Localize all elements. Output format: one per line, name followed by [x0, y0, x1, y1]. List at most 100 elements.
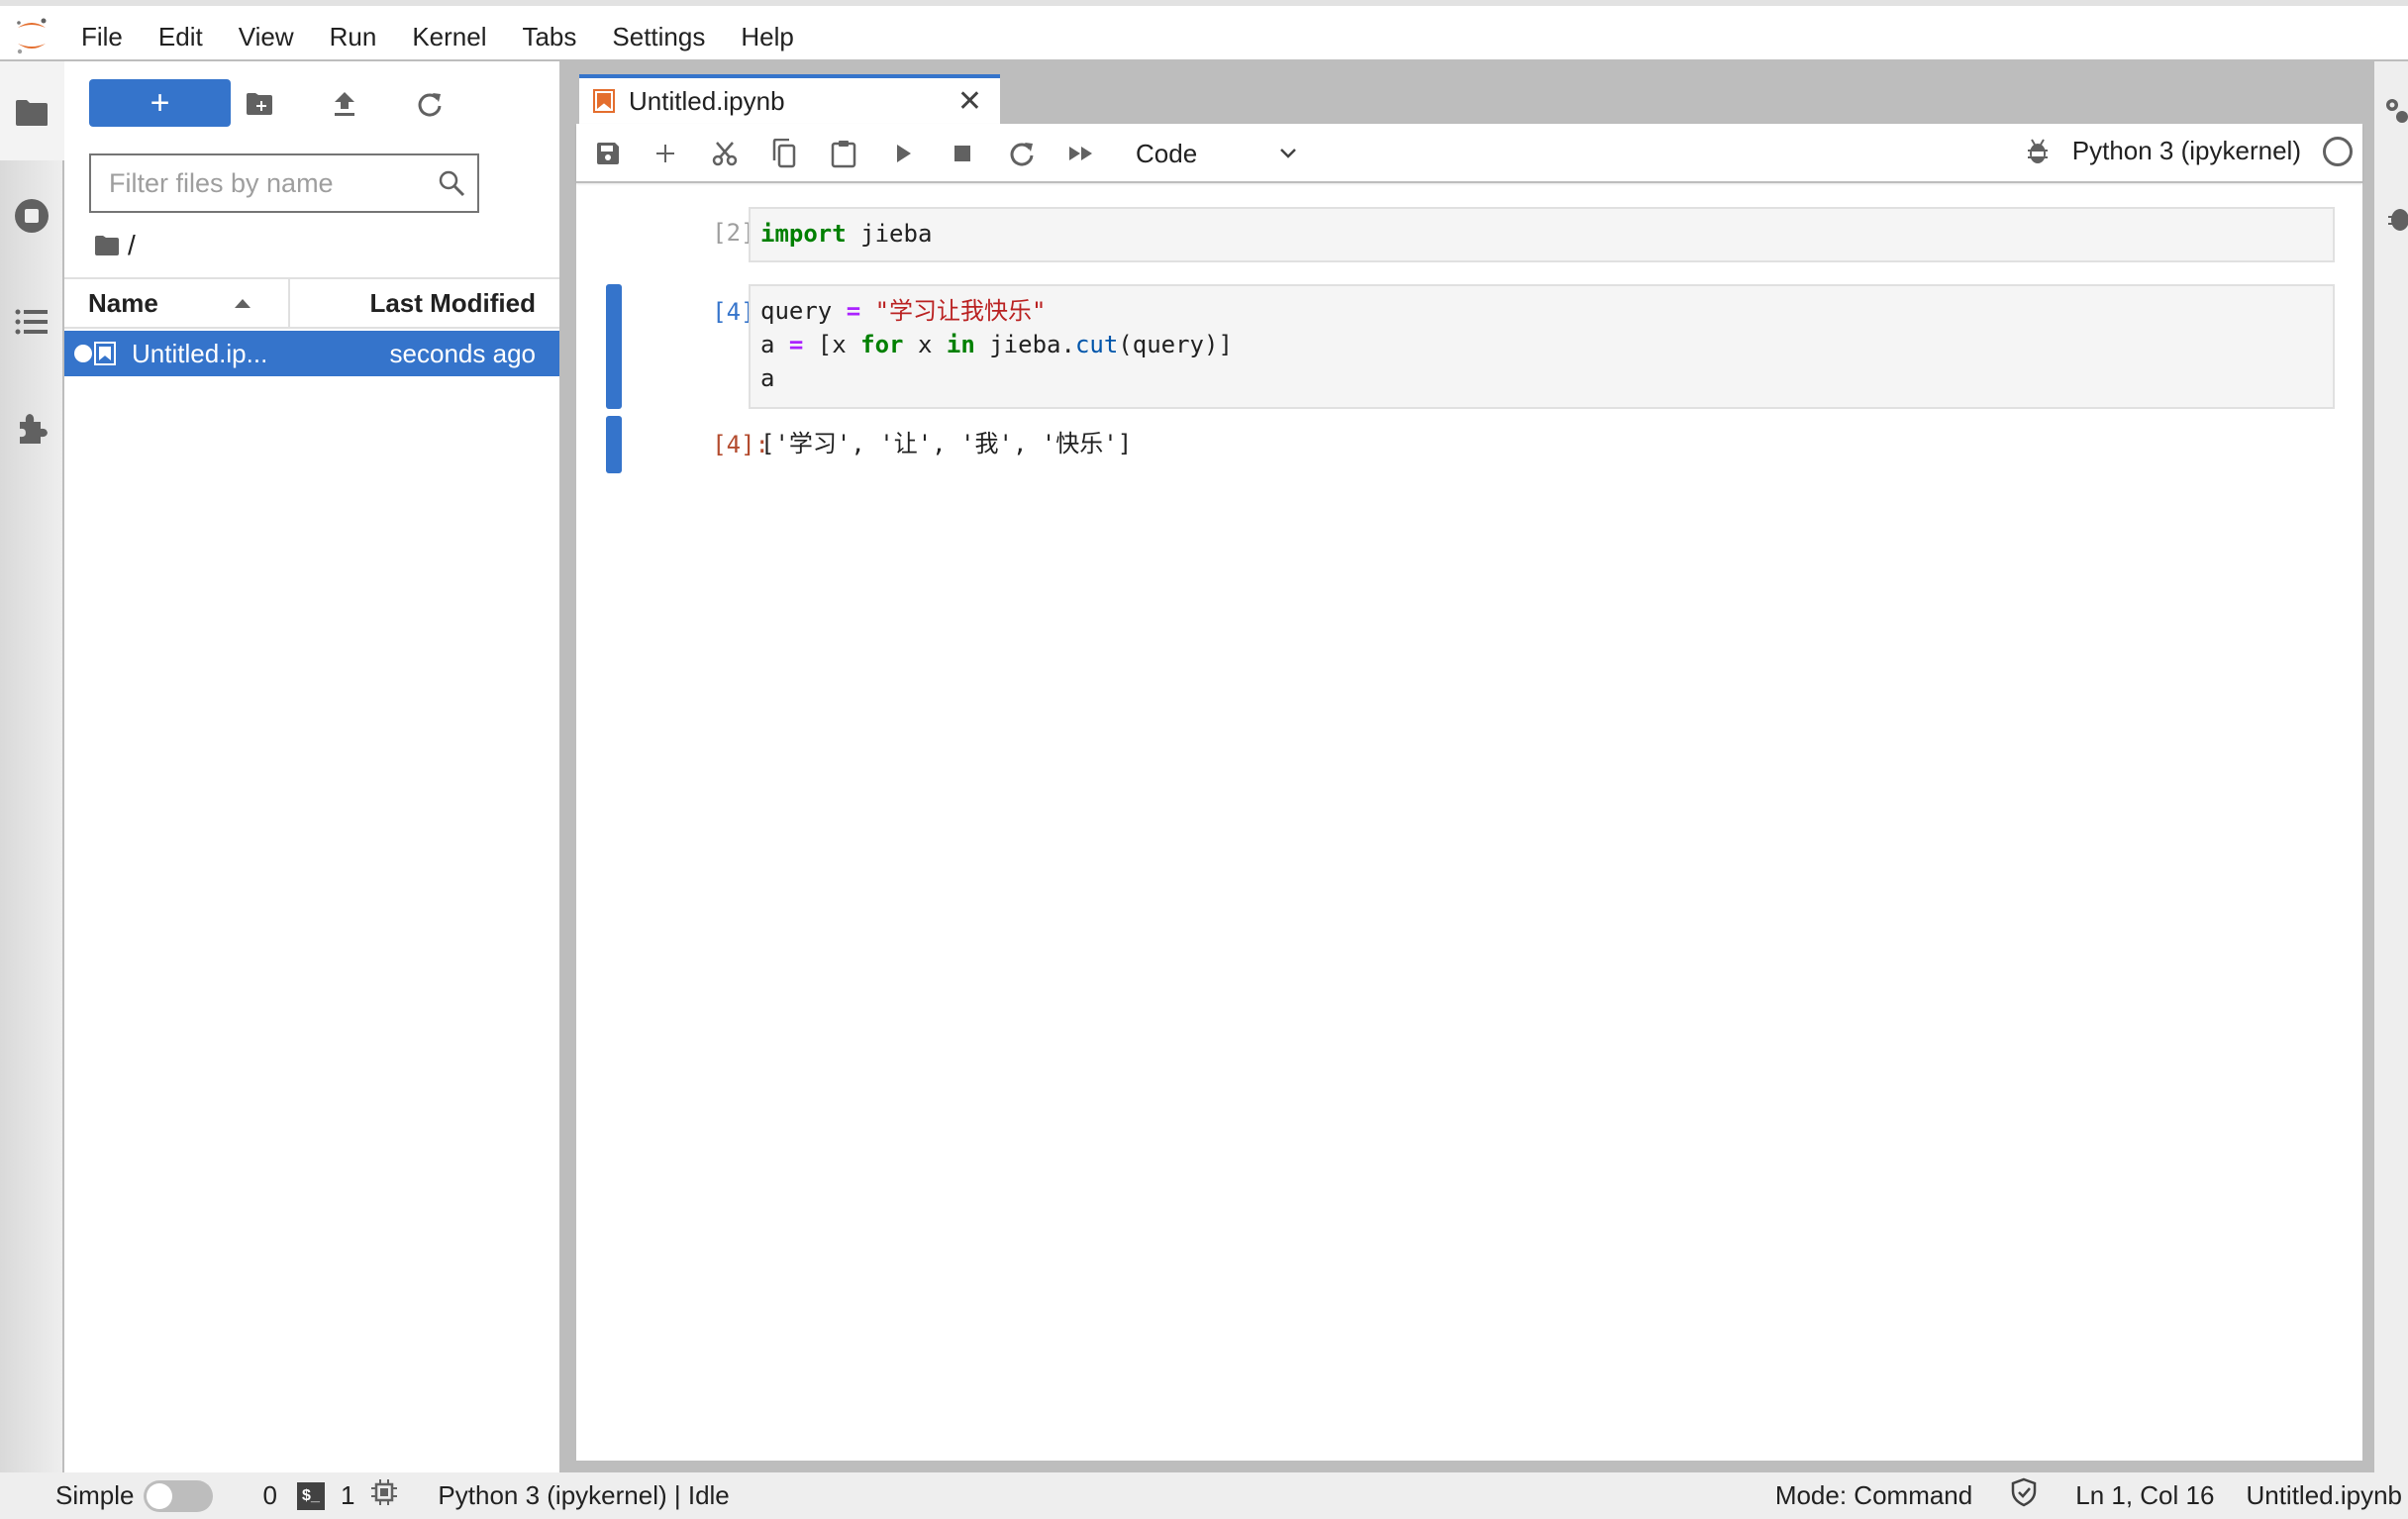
notebook-toolbar: Code Python 3 (ipykernel) [576, 124, 2362, 183]
fast-forward-icon [1069, 147, 1092, 160]
kernel-name-button[interactable]: Python 3 (ipykernel) [2072, 136, 2301, 166]
restart-kernel-button[interactable] [1004, 136, 1040, 171]
notebook-file-icon [94, 342, 116, 365]
breadcrumb-root[interactable]: / [128, 230, 136, 261]
notebook-icon [593, 89, 615, 113]
kernel-count[interactable]: 1 [341, 1480, 354, 1511]
menu-bar: File Edit View Run Kernel Tabs Settings … [0, 0, 2408, 61]
jupyter-logo-icon [14, 16, 50, 55]
column-header-name[interactable]: Name [64, 279, 290, 327]
menu-kernel[interactable]: Kernel [394, 20, 504, 53]
code-token: "学习让我快乐" [860, 297, 1047, 325]
home-folder-icon[interactable] [94, 235, 120, 256]
file-list-header: Name Last Modified [64, 277, 559, 329]
input-collapser[interactable] [606, 284, 622, 409]
new-folder-icon [247, 93, 272, 115]
search-icon [438, 169, 465, 202]
upload-button[interactable] [328, 87, 361, 121]
insert-cell-button[interactable] [648, 136, 683, 171]
simple-mode-toggle[interactable] [144, 1479, 214, 1512]
file-name: Untitled.ip... [132, 338, 268, 368]
filter-files-box [89, 153, 479, 213]
running-stop-icon[interactable] [14, 198, 50, 234]
code-token: = [846, 297, 861, 325]
file-modified: seconds ago [389, 338, 536, 368]
paste-icon [831, 141, 856, 168]
menu-view[interactable]: View [221, 20, 312, 53]
left-sidebar-tabs [0, 61, 64, 1472]
right-sidebar-tabs [2374, 61, 2408, 1472]
scissors-icon [712, 142, 738, 166]
file-list-item[interactable]: Untitled.ip... seconds ago [64, 331, 559, 376]
kernel-status-text[interactable]: Python 3 (ipykernel) | Idle [438, 1480, 729, 1511]
running-indicator-icon [74, 345, 92, 362]
status-bar: Simple 0 $_ 1 Python 3 (ipykernel) | Idl… [0, 1472, 2408, 1519]
tab-label: Untitled.ipynb [629, 85, 785, 116]
folder-icon[interactable] [14, 95, 50, 131]
output-prompt: [4]: [712, 431, 769, 458]
upload-icon [335, 92, 354, 116]
table-of-contents-icon[interactable] [14, 304, 50, 340]
code-line: query = "学习让我快乐" [760, 294, 2323, 328]
copy-button[interactable] [766, 136, 802, 171]
code-token: [x [803, 331, 861, 358]
tab-untitled-ipynb[interactable]: Untitled.ipynb ✕ [579, 74, 1000, 124]
file-browser-toolbar: + [64, 61, 559, 151]
refresh-button[interactable] [413, 87, 447, 121]
trusted-shield-icon[interactable] [2010, 1477, 2038, 1514]
code-token: (query)] [1118, 331, 1233, 358]
code-token: in [946, 331, 975, 358]
plus-icon: + [150, 83, 170, 122]
save-button[interactable] [590, 136, 626, 171]
current-filename: Untitled.ipynb [2246, 1480, 2402, 1510]
run-cell-button[interactable] [885, 136, 921, 171]
menu-settings[interactable]: Settings [594, 20, 723, 53]
notebook-mode: Mode: Command [1774, 1480, 1973, 1510]
simple-mode-label: Simple [55, 1480, 135, 1510]
code-line: import jieba [760, 217, 2323, 251]
code-editor[interactable]: import jieba [749, 207, 2335, 262]
copy-icon [772, 139, 796, 168]
terminal-count[interactable]: 0 [262, 1480, 276, 1511]
code-token: jieba [846, 220, 933, 248]
terminal-icon: $_ [296, 1481, 325, 1510]
new-launcher-button[interactable]: + [89, 79, 231, 127]
code-token: import [760, 220, 847, 248]
debugger-bug-icon[interactable] [2025, 138, 2051, 165]
close-icon[interactable]: ✕ [957, 84, 982, 119]
chevron-down-icon [1280, 149, 1296, 158]
column-header-last-modified[interactable]: Last Modified [290, 279, 559, 327]
code-editor[interactable]: query = "学习让我快乐" a = [x for x in jieba.cu… [749, 284, 2335, 409]
filter-files-input[interactable] [109, 167, 426, 199]
menu-tabs[interactable]: Tabs [504, 20, 594, 53]
cell-type-value: Code [1136, 138, 1198, 168]
restart-run-all-button[interactable] [1063, 136, 1099, 171]
cursor-position[interactable]: Ln 1, Col 16 [2075, 1480, 2214, 1511]
plus-icon [656, 145, 674, 162]
menu-edit[interactable]: Edit [141, 20, 221, 53]
property-inspector-gear-icon[interactable] [2384, 97, 2408, 132]
code-token: cut [1074, 331, 1119, 358]
new-folder-button[interactable] [243, 87, 276, 121]
kernel-chip-icon [370, 1478, 398, 1513]
code-token: = [788, 331, 804, 358]
output-collapser[interactable] [606, 416, 622, 473]
cell-type-select[interactable]: Code [1136, 136, 1299, 171]
paste-button[interactable] [826, 136, 861, 171]
debugger-bug-icon[interactable] [2386, 204, 2408, 239]
save-icon [597, 143, 619, 164]
menu-run[interactable]: Run [312, 20, 395, 53]
code-token: for [860, 331, 904, 358]
interrupt-kernel-button[interactable] [945, 136, 980, 171]
notebook-panel: Code Python 3 (ipykernel) [2]: import ji… [576, 124, 2362, 1461]
code-token: query [760, 297, 847, 325]
menu-items: File Edit View Run Kernel Tabs Settings … [63, 20, 812, 53]
breadcrumb: / [94, 230, 136, 261]
menu-file[interactable]: File [63, 20, 141, 53]
kernel-status-idle-icon [2323, 136, 2353, 166]
code-line: a = [x for x in jieba.cut(query)] [760, 328, 2323, 361]
menu-help[interactable]: Help [723, 20, 811, 53]
cell-output: ['学习', '让', '我', '快乐'] [760, 430, 1133, 457]
extension-puzzle-icon[interactable] [14, 410, 50, 446]
cut-button[interactable] [707, 136, 743, 171]
